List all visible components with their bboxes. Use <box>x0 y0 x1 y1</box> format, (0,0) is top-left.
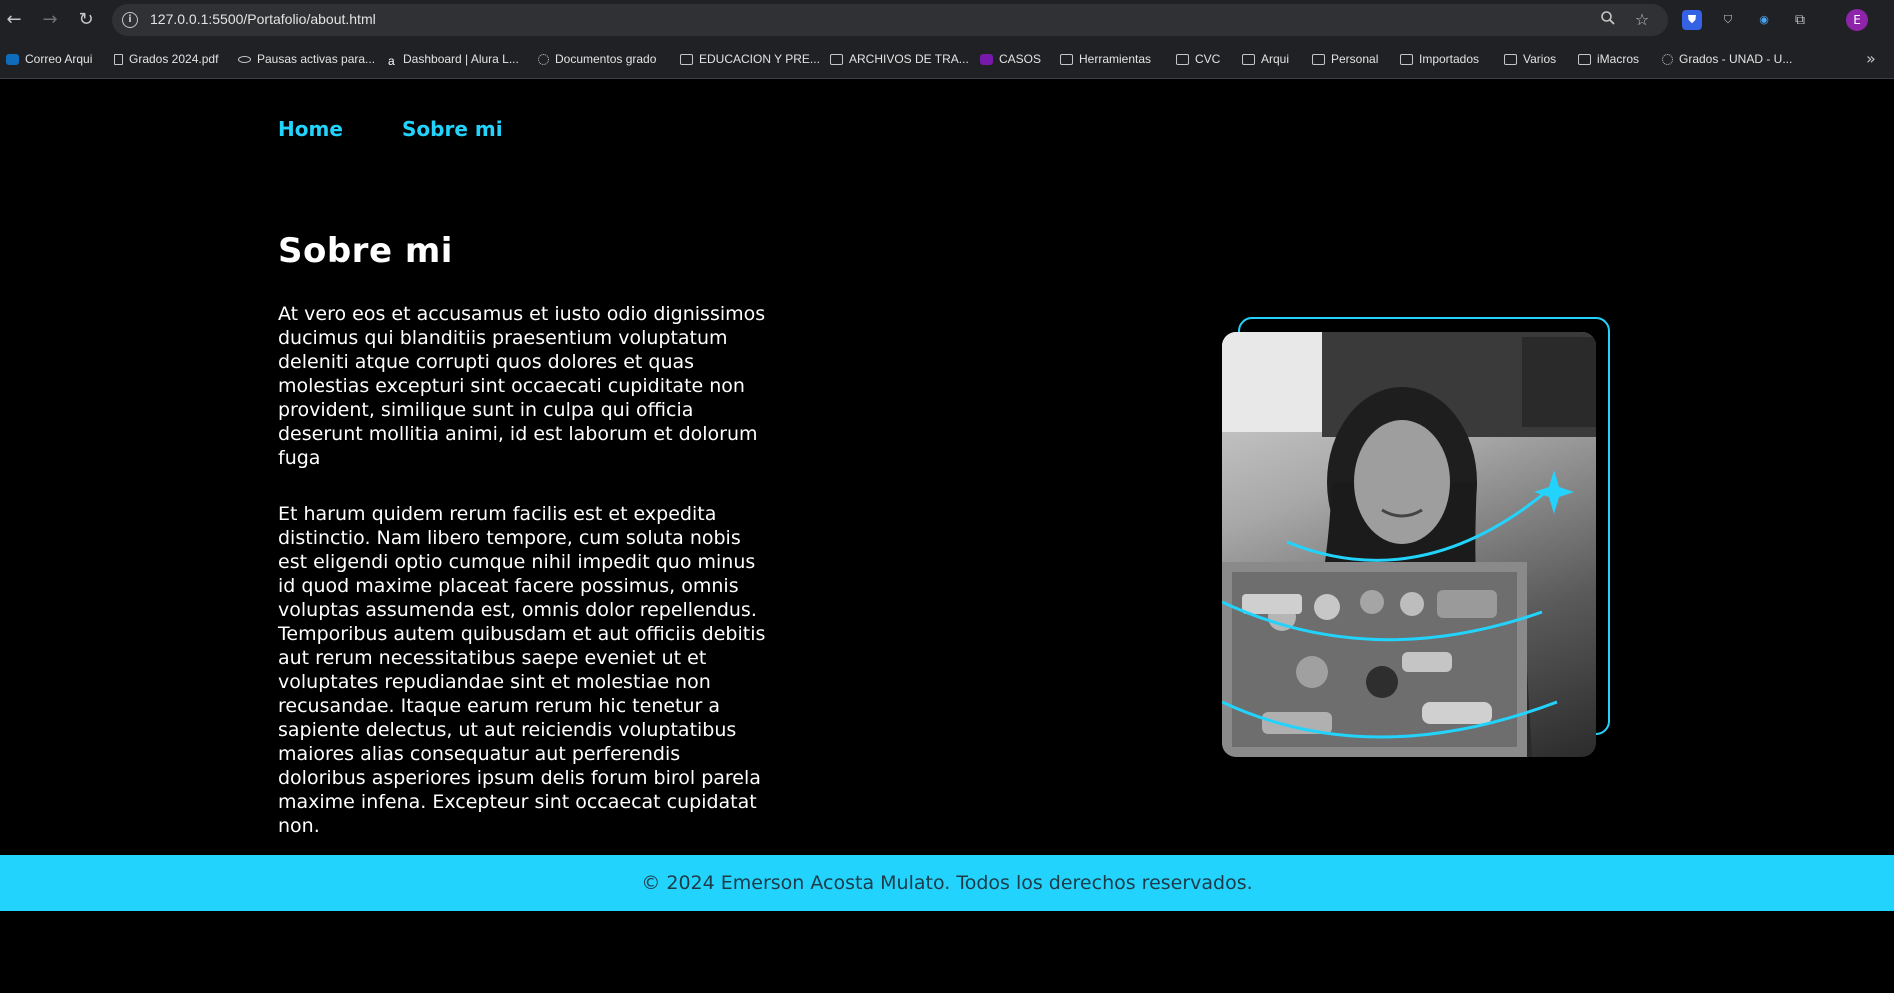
url-text[interactable]: 127.0.0.1:5500/Portafolio/about.html <box>150 11 376 27</box>
bookmark-label: Documentos grado <box>555 52 657 66</box>
nav-link-home[interactable]: Home <box>278 117 343 141</box>
page-title: Sobre mi <box>278 231 453 271</box>
address-bar[interactable]: i 127.0.0.1:5500/Portafolio/about.html ☆ <box>112 4 1668 36</box>
bookmark-item[interactable]: Varios <box>1504 50 1556 68</box>
bookmarks-bar: Correo Arqui Grados 2024.pdf Pausas acti… <box>0 40 1894 79</box>
bookmark-label: iMacros <box>1597 52 1640 66</box>
site-info-icon[interactable]: i <box>122 12 138 28</box>
bookmark-label: Dashboard | Alura L... <box>403 52 519 66</box>
folder-icon <box>1504 53 1517 65</box>
bookmark-item[interactable]: Correo Arqui <box>6 50 92 68</box>
profile-photo-illustration <box>1222 332 1596 757</box>
bookmark-label: Importados <box>1419 52 1480 66</box>
bookmark-label: Herramientas <box>1079 52 1152 66</box>
translate-extension-icon[interactable]: ◉ <box>1754 10 1774 30</box>
extensions-puzzle-icon[interactable]: ⧉ <box>1790 10 1810 30</box>
bookmark-label: Personal <box>1331 52 1379 66</box>
loading-icon <box>1662 53 1673 65</box>
bookmark-item[interactable]: Arqui <box>1242 50 1289 68</box>
shield-extension-icon[interactable]: ⛉ <box>1718 10 1738 30</box>
bookmark-item[interactable]: Pausas activas para... <box>238 50 375 68</box>
eye-icon <box>238 55 251 63</box>
bookmark-item[interactable]: Grados - UNAD - U... <box>1662 50 1792 68</box>
folder-icon <box>1312 53 1325 65</box>
bookmark-label: Correo Arqui <box>25 52 93 66</box>
bookmark-item[interactable]: Herramientas <box>1060 50 1151 68</box>
bookmark-label: Grados - UNAD - U... <box>1679 52 1793 66</box>
bookmark-item[interactable]: Documentos grado <box>538 50 656 68</box>
folder-icon <box>680 53 693 65</box>
bookmark-item[interactable]: Importados <box>1400 50 1479 68</box>
bookmark-item[interactable]: a Dashboard | Alura L... <box>388 50 519 68</box>
bookmark-item[interactable]: ARCHIVOS DE TRA... <box>830 50 969 68</box>
outlook-icon <box>6 53 19 65</box>
footer: © 2024 Emerson Acosta Mulato. Todos los … <box>0 855 1894 911</box>
onenote-icon <box>980 53 993 65</box>
bookmark-item[interactable]: CASOS <box>980 50 1041 68</box>
bookmark-item[interactable]: CVC <box>1176 50 1220 68</box>
bookmark-label: Varios <box>1523 52 1557 66</box>
profile-avatar[interactable]: E <box>1846 9 1868 31</box>
folder-icon <box>1060 53 1073 65</box>
nav-link-about[interactable]: Sobre mi <box>402 117 503 141</box>
bookmark-item[interactable]: Personal <box>1312 50 1378 68</box>
more-bookmarks-icon[interactable]: » <box>1866 49 1876 68</box>
back-arrow-icon[interactable]: ← <box>2 8 26 32</box>
bookmark-item[interactable]: iMacros <box>1578 50 1639 68</box>
bookmark-label: EDUCACION Y PRE... <box>699 52 820 66</box>
bitwarden-extension-icon[interactable]: ⛊ <box>1682 10 1702 30</box>
browser-toolbar: ← → ↻ i 127.0.0.1:5500/Portafolio/about.… <box>0 0 1894 40</box>
bookmark-star-icon[interactable]: ☆ <box>1632 10 1652 30</box>
loading-icon <box>538 53 549 65</box>
forward-arrow-icon[interactable]: → <box>38 8 62 32</box>
zoom-icon[interactable] <box>1598 10 1618 30</box>
bookmark-label: ARCHIVOS DE TRA... <box>849 52 969 66</box>
reload-icon[interactable]: ↻ <box>74 8 98 32</box>
profile-photo <box>1222 332 1596 757</box>
folder-icon <box>1578 53 1591 65</box>
footer-copyright: © 2024 Emerson Acosta Mulato. Todos los … <box>641 872 1253 894</box>
bookmark-label: Pausas activas para... <box>257 52 376 66</box>
bookmark-item[interactable]: EDUCACION Y PRE... <box>680 50 820 68</box>
bookmark-label: CVC <box>1195 52 1221 66</box>
folder-icon <box>830 53 843 65</box>
bookmark-label: Arqui <box>1261 52 1290 66</box>
folder-icon <box>1176 53 1189 65</box>
about-paragraph-1: At vero eos et accusamus et iusto odio d… <box>278 303 766 469</box>
about-paragraph-2: Et harum quidem rerum facilis est et exp… <box>278 503 766 837</box>
folder-icon <box>1400 53 1413 65</box>
bookmark-item[interactable]: Grados 2024.pdf <box>114 50 218 68</box>
pdf-icon <box>114 53 123 65</box>
bookmark-label: CASOS <box>999 52 1042 66</box>
bookmark-label: Grados 2024.pdf <box>129 52 219 66</box>
alura-icon: a <box>388 53 397 68</box>
folder-icon <box>1242 53 1255 65</box>
